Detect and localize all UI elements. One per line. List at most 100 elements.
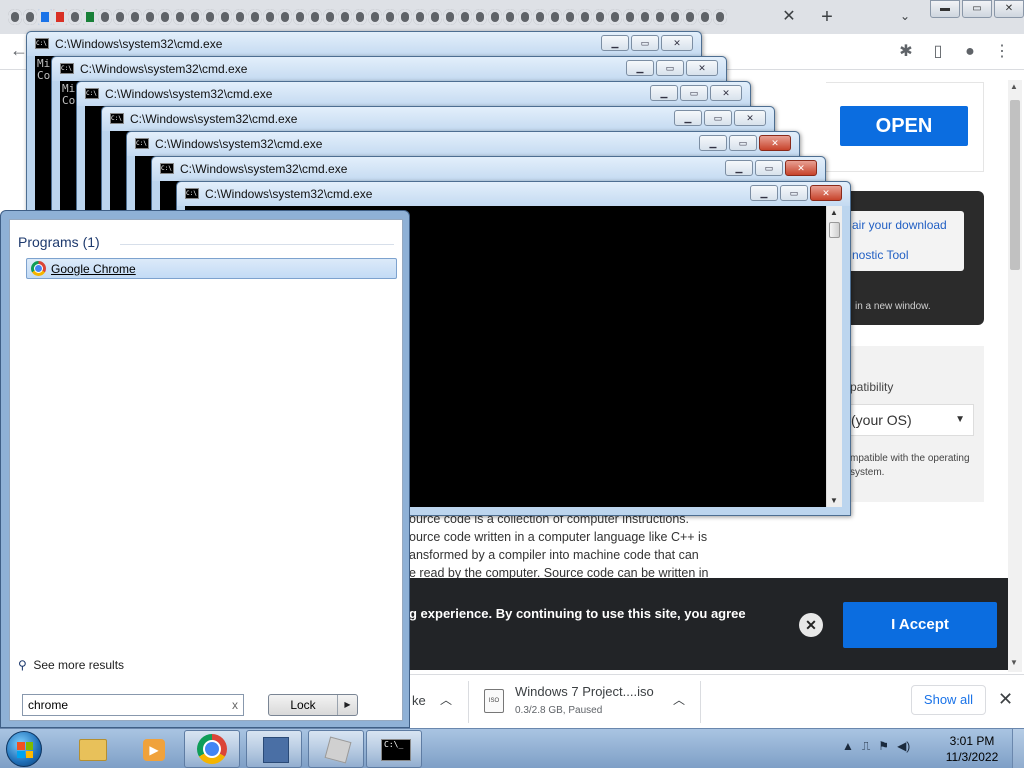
close-button[interactable]: ✕ [810, 185, 842, 201]
tab-favicon[interactable] [23, 9, 37, 25]
chrome-menu-icon[interactable]: ⋮ [992, 42, 1012, 62]
tab-favicon[interactable] [428, 9, 442, 25]
scroll-down-icon[interactable]: ▼ [1010, 658, 1018, 667]
show-all-button[interactable]: Show all [911, 685, 986, 715]
tab-favicon[interactable] [638, 9, 652, 25]
close-button[interactable]: ✕ [759, 135, 791, 151]
maximize-button[interactable]: ▭ [780, 185, 808, 201]
tab-favicon[interactable] [173, 9, 187, 25]
cmd-titlebar[interactable]: C:\ C:\Windows\system32\cmd.exe ▁ ▭ ✕ [177, 182, 850, 206]
page-scroll-thumb[interactable] [1010, 100, 1020, 270]
tab-search-icon[interactable]: ⌄ [895, 6, 915, 26]
minimize-button[interactable]: ▁ [699, 135, 727, 151]
taskbar-chrome[interactable] [184, 730, 240, 768]
tab-favicon[interactable] [323, 9, 337, 25]
close-window-button[interactable]: ✕ [994, 0, 1024, 18]
cmd-titlebar[interactable]: C:\ C:\Windows\system32\cmd.exe ▁ ▭ ✕ [52, 57, 726, 81]
action-center-flag-icon[interactable]: ⚑ [878, 739, 889, 754]
minimize-window-button[interactable]: ▬ [930, 0, 960, 18]
clear-search-icon[interactable]: x [232, 695, 238, 715]
side-panel-icon[interactable]: ▯ [928, 42, 948, 62]
maximize-button[interactable]: ▭ [729, 135, 757, 151]
tab-favicon[interactable] [458, 9, 472, 25]
close-tab-icon[interactable]: ✕ [778, 6, 800, 28]
power-options-arrow-icon[interactable]: ▶ [337, 695, 357, 715]
tab-favicon[interactable] [488, 9, 502, 25]
tab-favicon[interactable] [398, 9, 412, 25]
tab-favicon[interactable] [518, 9, 532, 25]
tab-favicon[interactable] [383, 9, 397, 25]
volume-icon[interactable]: ◀) [897, 739, 910, 754]
close-button[interactable]: ✕ [785, 160, 817, 176]
show-hidden-icons-icon[interactable]: ▲ [842, 739, 854, 754]
minimize-button[interactable]: ▁ [650, 85, 678, 101]
tab-favicon[interactable] [128, 9, 142, 25]
maximize-button[interactable]: ▭ [704, 110, 732, 126]
tab-favicon[interactable] [293, 9, 307, 25]
os-select[interactable]: (your OS) ▼ [846, 404, 974, 436]
close-button[interactable]: ✕ [661, 35, 693, 51]
lock-button[interactable]: Lock ▶ [268, 694, 358, 716]
cookie-close-icon[interactable]: ✕ [799, 613, 823, 637]
tab-favicon[interactable] [353, 9, 367, 25]
tab-favicon[interactable] [98, 9, 112, 25]
tab-favicon[interactable] [698, 9, 712, 25]
cmd-titlebar[interactable]: C:\ C:\Windows\system32\cmd.exe ▁ ▭ ✕ [27, 32, 701, 56]
chevron-up-icon[interactable]: ︿ [440, 691, 452, 708]
cmd-scrollbar[interactable]: ▲▼ [826, 206, 842, 507]
tab-favicon[interactable] [338, 9, 352, 25]
tab-favicon[interactable] [503, 9, 517, 25]
tab-favicon[interactable] [608, 9, 622, 25]
tab-favicon[interactable] [188, 9, 202, 25]
taskbar-setup[interactable] [246, 730, 302, 768]
tab-favicon[interactable] [53, 9, 67, 25]
tab-favicon[interactable] [533, 9, 547, 25]
diagnostic-tool-link[interactable]: nostic Tool [852, 248, 908, 262]
cmd-scroll-thumb[interactable] [829, 222, 840, 238]
maximize-button[interactable]: ▭ [656, 60, 684, 76]
tab-favicon[interactable] [158, 9, 172, 25]
tab-favicon[interactable] [308, 9, 322, 25]
tab-favicon-download[interactable] [38, 9, 52, 25]
minimize-button[interactable]: ▁ [725, 160, 753, 176]
close-button[interactable]: ✕ [710, 85, 742, 101]
taskbar-explorer[interactable] [62, 730, 118, 768]
download-file-name[interactable]: Windows 7 Project....iso [515, 684, 654, 699]
repair-download-link[interactable]: air your download [852, 218, 947, 232]
network-icon[interactable]: ⎍ [862, 739, 870, 754]
tab-favicon[interactable] [623, 9, 637, 25]
maximize-button[interactable]: ▭ [680, 85, 708, 101]
tab-favicon[interactable] [143, 9, 157, 25]
chevron-up-icon[interactable]: ︿ [673, 691, 685, 708]
tab-favicon[interactable] [278, 9, 292, 25]
tab-favicon[interactable] [203, 9, 217, 25]
taskbar-clock[interactable]: 3:01 PM 11/3/2022 [942, 733, 1002, 765]
maximize-button[interactable]: ▭ [755, 160, 783, 176]
tab-favicon[interactable] [713, 9, 727, 25]
taskbar-media-player[interactable]: ▶ [122, 730, 178, 768]
profile-avatar-icon[interactable]: ● [960, 42, 980, 62]
tab-favicon[interactable] [248, 9, 262, 25]
close-button[interactable]: ✕ [734, 110, 766, 126]
taskbar-cmd[interactable]: C:\_ [366, 730, 422, 768]
tab-favicon[interactable] [443, 9, 457, 25]
accept-cookies-button[interactable]: I Accept [843, 602, 997, 648]
tab-favicon[interactable] [233, 9, 247, 25]
restore-window-button[interactable]: ▭ [962, 0, 992, 18]
tab-favicon[interactable] [578, 9, 592, 25]
scroll-up-icon[interactable]: ▲ [1010, 82, 1018, 91]
tab-favicon[interactable] [368, 9, 382, 25]
minimize-button[interactable]: ▁ [626, 60, 654, 76]
tab-favicon[interactable] [653, 9, 667, 25]
close-button[interactable]: ✕ [686, 60, 718, 76]
tab-favicon[interactable] [593, 9, 607, 25]
maximize-button[interactable]: ▭ [631, 35, 659, 51]
see-more-results-link[interactable]: ⚲ See more results [18, 658, 124, 672]
cmd-titlebar[interactable]: C:\ C:\Windows\system32\cmd.exe ▁ ▭ ✕ [152, 157, 825, 181]
download-item-partial-name[interactable]: ke [412, 693, 426, 708]
tab-favicon[interactable] [83, 9, 97, 25]
taskbar-roblox[interactable] [308, 730, 364, 768]
scroll-down-icon[interactable]: ▼ [830, 496, 838, 505]
tab-favicon[interactable] [563, 9, 577, 25]
start-search-input[interactable]: chrome x [22, 694, 244, 716]
